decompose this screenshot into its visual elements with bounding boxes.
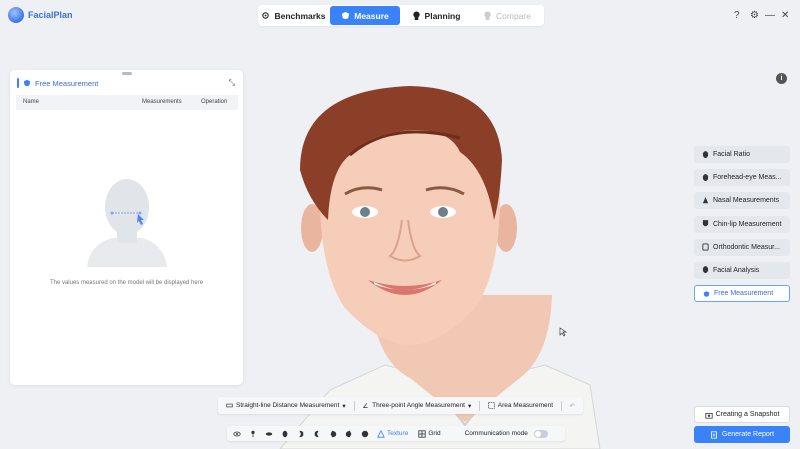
area-tool[interactable]: Area Measurement <box>480 402 561 409</box>
measurement-table-header: Name Measurements Operation <box>16 95 238 110</box>
benchmarks-icon <box>262 12 270 19</box>
empty-state-text: The values measured on the model will be… <box>49 280 204 286</box>
menu-forehead-eye[interactable]: Forehead-eye Meas... <box>694 169 790 187</box>
communication-mode: Communication mode <box>464 429 548 438</box>
grid-toggle[interactable]: Grid <box>418 429 441 438</box>
tab-label: Planning <box>424 10 461 21</box>
ruler-icon <box>226 403 233 408</box>
panel-title-accent <box>17 78 19 88</box>
snapshot-button[interactable]: Creating a Snapshot <box>694 406 790 423</box>
tab-benchmarks[interactable]: Benchmarks <box>259 6 328 25</box>
communication-mode-switch[interactable] <box>533 429 548 438</box>
menu-item-label: Chin-lip Measurement <box>713 220 782 228</box>
menu-orthodontic[interactable]: Orthodontic Measur... <box>694 238 790 256</box>
measure-icon <box>342 11 350 20</box>
angle-label: Three-point Angle Measurement <box>372 402 465 409</box>
column-name: Name <box>23 99 40 105</box>
menu-item-label: Orthodontic Measur... <box>713 243 780 251</box>
shield-icon <box>703 290 710 297</box>
view-bottom-icon[interactable] <box>265 430 273 438</box>
free-measurement-panel: Free Measurement ⤡ Name Measurements Ope… <box>10 70 243 385</box>
info-icon[interactable]: i <box>776 73 787 84</box>
menu-item-label: Forehead-eye Meas... <box>713 174 782 182</box>
menu-item-label: Facial Analysis <box>713 266 760 274</box>
menu-free-measurement[interactable]: Free Measurement <box>694 285 790 303</box>
angle-icon <box>363 403 368 408</box>
face-icon <box>702 266 709 274</box>
menu-nasal[interactable]: Nasal Measurements <box>694 192 790 210</box>
tab-planning[interactable]: Planning <box>402 6 470 25</box>
view-top-icon[interactable] <box>361 430 369 438</box>
top-bar: FacialPlan Benchmarks Measure Planning C… <box>0 0 800 32</box>
menu-item-label: Nasal Measurements <box>713 197 780 205</box>
straight-line-label: Straight-line Distance Measurement <box>236 402 340 409</box>
column-measurements: Measurements <box>142 99 182 105</box>
tab-measure[interactable]: Measure <box>330 6 400 25</box>
view-front-icon[interactable] <box>281 430 289 438</box>
column-operation: Operation <box>201 99 228 105</box>
panel-header: Free Measurement <box>17 78 98 88</box>
panel-drag-handle[interactable] <box>122 72 132 75</box>
snapshot-label: Creating a Snapshot <box>715 411 780 418</box>
menu-chin-lip[interactable]: Chin-lip Measurement <box>694 215 790 233</box>
face-model <box>279 86 601 449</box>
collapse-icon[interactable]: ⤡ <box>229 78 235 88</box>
face-icon <box>702 173 709 181</box>
undo-icon: ↶ <box>569 402 575 410</box>
mouse-cursor-icon <box>559 327 567 337</box>
menu-facial-ratio[interactable]: Facial Ratio <box>694 146 790 163</box>
help-icon[interactable]: ? <box>734 10 740 21</box>
communication-label: Communication mode <box>464 430 528 437</box>
menu-facial-analysis[interactable]: Facial Analysis <box>694 261 790 279</box>
app-logo-icon <box>8 7 24 23</box>
camera-icon <box>704 412 713 419</box>
shield-icon <box>23 79 31 87</box>
menu-item-label: Facial Ratio <box>713 151 750 158</box>
chevron-down-icon[interactable]: ▾ <box>468 402 471 410</box>
texture-icon <box>377 429 385 438</box>
app-name: FacialPlan <box>28 10 73 20</box>
tab-label: Compare <box>496 10 531 21</box>
teeth-icon <box>702 243 709 251</box>
area-label: Area Measurement <box>497 402 554 409</box>
chin-icon <box>702 220 709 227</box>
view-right-45-icon[interactable] <box>345 430 353 438</box>
generate-report-button[interactable]: Generate Report <box>694 426 790 443</box>
angle-tool[interactable]: Three-point Angle Measurement ▾ <box>354 402 479 410</box>
tab-compare[interactable]: Compare <box>472 6 542 25</box>
menu-item-label: Free Measurement <box>714 290 774 298</box>
empty-state-illustration <box>87 179 167 267</box>
report-label: Generate Report <box>721 431 775 438</box>
settings-icon[interactable]: ⚙ <box>750 10 759 21</box>
face-icon <box>702 150 709 158</box>
compare-icon <box>484 11 491 20</box>
straight-line-tool[interactable]: Straight-line Distance Measurement ▾ <box>218 402 354 410</box>
undo-tool[interactable]: ↶ <box>562 402 583 410</box>
pin-icon[interactable] <box>249 430 257 438</box>
grid-label: Grid <box>428 430 441 437</box>
view-toolbar: Texture Grid Communication mode <box>227 426 565 441</box>
planning-icon <box>412 11 420 20</box>
model-viewport[interactable] <box>250 60 680 449</box>
view-right-icon[interactable] <box>313 430 321 438</box>
texture-toggle[interactable]: Texture <box>377 429 409 438</box>
tab-label: Measure <box>354 10 389 21</box>
measurement-menu: Facial Ratio Forehead-eye Meas... Nasal … <box>694 146 790 308</box>
texture-label: Texture <box>387 430 409 437</box>
area-icon <box>488 402 495 409</box>
tab-label: Benchmarks <box>274 10 326 21</box>
panel-title: Free Measurement <box>35 78 99 88</box>
close-icon[interactable]: ✕ <box>781 10 789 21</box>
view-left-icon[interactable] <box>297 430 305 438</box>
eye-icon[interactable] <box>233 430 241 438</box>
minimize-icon[interactable]: — <box>765 10 775 21</box>
view-left-45-icon[interactable] <box>329 430 337 438</box>
measure-toolbar: Straight-line Distance Measurement ▾ Thr… <box>218 397 583 414</box>
grid-icon <box>418 429 426 438</box>
report-icon <box>711 430 717 439</box>
main-tabs: Benchmarks Measure Planning Compare <box>258 5 544 26</box>
nose-icon <box>702 196 709 204</box>
chevron-down-icon[interactable]: ▾ <box>342 402 345 410</box>
